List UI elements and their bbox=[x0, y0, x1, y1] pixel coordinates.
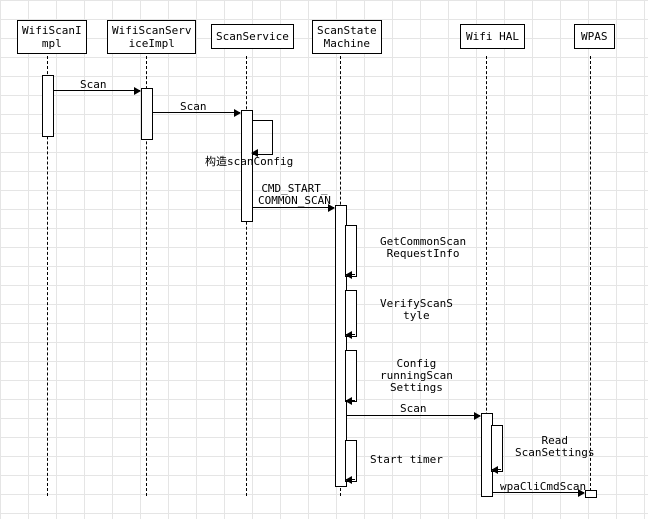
msg-label-verify: VerifyScanS tyle bbox=[380, 298, 453, 322]
msg-arrow-cmdstart bbox=[252, 207, 334, 208]
msg-label-starttimer: Start timer bbox=[370, 454, 443, 466]
selfreturn-starttimer bbox=[346, 479, 355, 480]
participant-WifiHAL: Wifi HAL bbox=[460, 24, 525, 49]
selfreturn-verify bbox=[346, 334, 355, 335]
participant-WPAS: WPAS bbox=[574, 24, 615, 49]
selfreturn-config bbox=[346, 400, 355, 401]
participant-ScanService: ScanService bbox=[211, 24, 294, 49]
msg-label-scan-2: Scan bbox=[180, 101, 207, 113]
msg-label-cmdstart: CMD_START_ COMMON_SCAN bbox=[258, 183, 331, 207]
activation-WPAS bbox=[585, 490, 597, 498]
msg-label-scanConfig: 构造scanConfig bbox=[205, 156, 293, 168]
activation-ScanStateMachine-self1 bbox=[345, 225, 357, 277]
activation-WifiScanServiceImpl bbox=[141, 88, 153, 140]
selfreturn-getcommon bbox=[346, 274, 355, 275]
msg-label-config: Config runningScan Settings bbox=[380, 358, 453, 394]
sequence-diagram: WifiScanI mpl WifiScanServ iceImpl ScanS… bbox=[0, 0, 648, 519]
msg-label-wpacli: wpaCliCmdScan bbox=[500, 481, 586, 493]
activation-ScanStateMachine-self3 bbox=[345, 350, 357, 402]
activation-WifiScanImpl bbox=[42, 75, 54, 137]
msg-label-getcommon: GetCommonScan RequestInfo bbox=[380, 236, 466, 260]
lifeline-WPAS bbox=[590, 56, 591, 496]
participant-WifiScanImpl: WifiScanI mpl bbox=[17, 20, 87, 54]
msg-arrow-scan-hal bbox=[346, 415, 480, 416]
participant-WifiScanServiceImpl: WifiScanServ iceImpl bbox=[107, 20, 196, 54]
selfreturn-readsettings bbox=[492, 469, 501, 470]
participant-ScanStateMachine: ScanState Machine bbox=[312, 20, 382, 54]
activation-ScanStateMachine-self2 bbox=[345, 290, 357, 337]
activation-WifiHAL-self bbox=[491, 425, 503, 472]
msg-label-scan-hal: Scan bbox=[400, 403, 427, 415]
msg-label-readsettings: Read ScanSettings bbox=[515, 435, 594, 459]
msg-label-scan-1: Scan bbox=[80, 79, 107, 91]
